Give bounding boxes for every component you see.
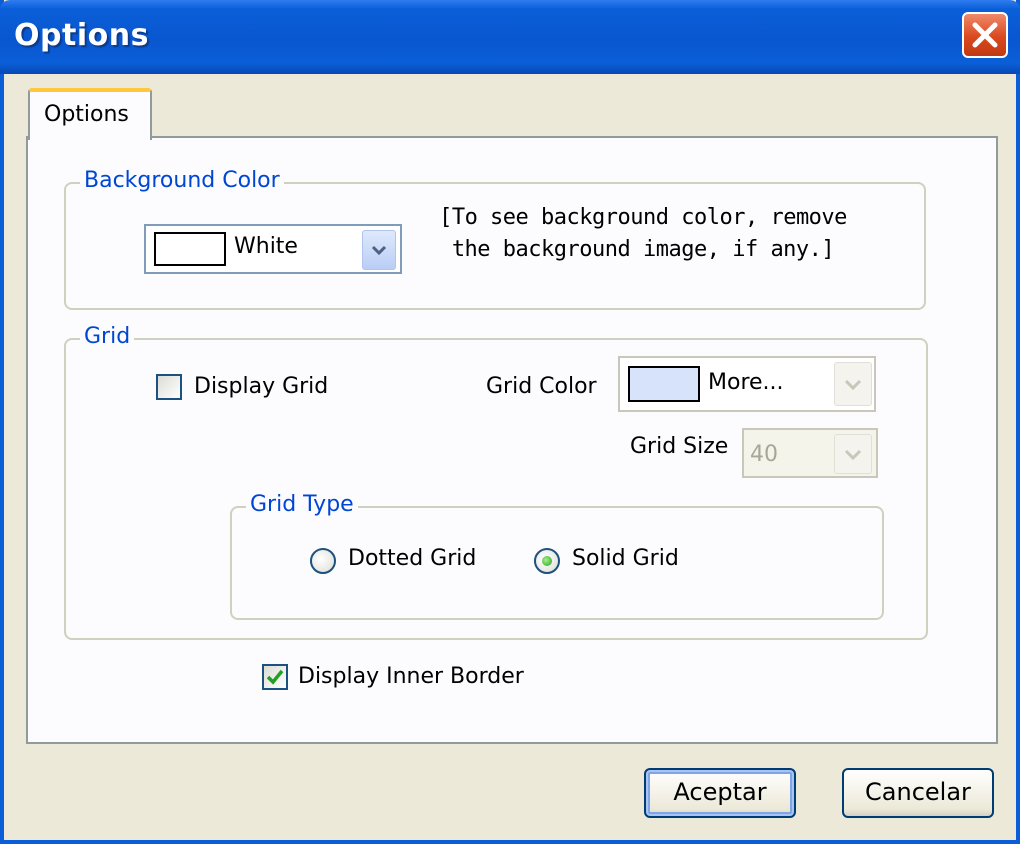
grid-color-label: Grid Color — [486, 374, 597, 399]
grid-group-label: Grid — [80, 324, 135, 349]
background-color-note-line2: the background image, if any.] — [451, 237, 835, 262]
solid-grid-radio[interactable] — [534, 548, 560, 574]
close-icon — [972, 22, 998, 48]
ok-button[interactable]: Aceptar — [644, 768, 796, 818]
options-panel: Background Color White [To see backgroun… — [26, 136, 998, 744]
tab-options[interactable]: Options — [28, 88, 152, 140]
background-color-note-line1: [To see background color, remove — [439, 205, 847, 230]
solid-grid-label[interactable]: Solid Grid — [572, 546, 679, 571]
cancel-button[interactable]: Cancelar — [842, 768, 994, 818]
grid-size-label: Grid Size — [630, 434, 729, 459]
grid-type-group-label: Grid Type — [246, 492, 358, 517]
background-color-dropdown-button[interactable] — [362, 230, 396, 270]
display-grid-checkbox[interactable] — [156, 374, 182, 400]
grid-size-value: 40 — [750, 442, 778, 467]
options-dialog: Options Options Background Color White [… — [0, 0, 1020, 844]
dotted-grid-label[interactable]: Dotted Grid — [348, 546, 476, 571]
display-grid-label[interactable]: Display Grid — [194, 374, 328, 399]
grid-type-group: Grid Type Dotted Grid Solid Grid — [230, 492, 884, 620]
background-color-note: [To see background color, remove the bac… — [428, 202, 858, 266]
display-inner-border-label[interactable]: Display Inner Border — [298, 664, 524, 689]
background-color-select[interactable]: White — [144, 224, 402, 274]
background-color-value: White — [234, 234, 298, 259]
grid-size-dropdown-button[interactable] — [834, 434, 872, 474]
grid-color-swatch — [628, 366, 700, 402]
window-title: Options — [14, 18, 149, 53]
grid-color-value: More... — [708, 370, 784, 395]
chevron-down-icon — [844, 449, 862, 461]
display-inner-border-checkbox[interactable] — [262, 664, 288, 690]
background-color-group: Background Color White [To see backgroun… — [64, 168, 926, 310]
grid-color-select[interactable]: More... — [618, 356, 876, 412]
grid-size-select[interactable]: 40 — [742, 428, 878, 478]
tab-options-label: Options — [44, 102, 129, 127]
checkmark-icon — [266, 669, 284, 685]
title-bar[interactable]: Options — [0, 0, 1020, 74]
chevron-down-icon — [844, 379, 862, 391]
grid-color-dropdown-button[interactable] — [834, 362, 872, 406]
chevron-down-icon — [371, 245, 387, 256]
dotted-grid-radio[interactable] — [310, 548, 336, 574]
grid-group: Grid Display Grid Grid Color More... Gri… — [64, 324, 928, 640]
background-color-swatch — [154, 232, 226, 266]
radio-selected-dot — [542, 556, 552, 566]
background-color-group-label: Background Color — [80, 168, 284, 193]
close-button[interactable] — [962, 12, 1008, 58]
